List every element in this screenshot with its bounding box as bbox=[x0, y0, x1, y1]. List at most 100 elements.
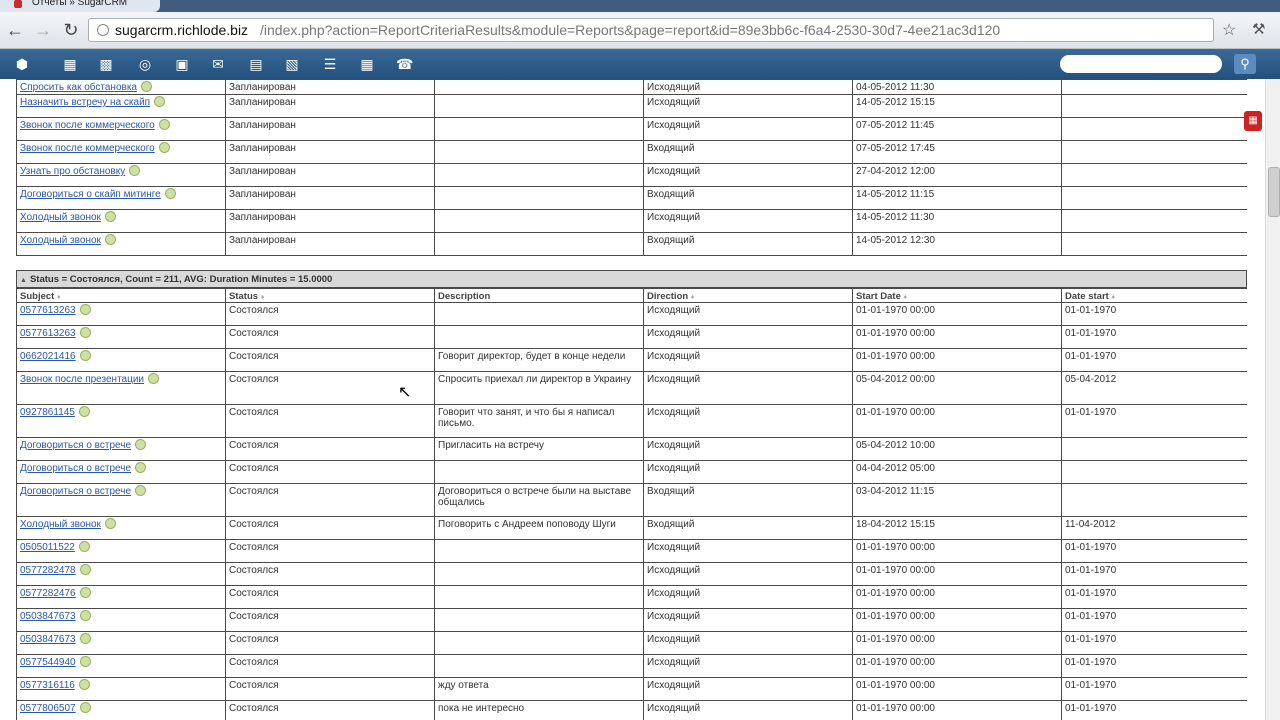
bookmark-star-icon[interactable]: ☆ bbox=[1222, 20, 1236, 40]
edit-pencil-icon[interactable] bbox=[164, 188, 176, 199]
edit-pencil-icon[interactable] bbox=[78, 406, 90, 417]
subject-link[interactable]: Холодный звонок bbox=[20, 235, 101, 246]
scrollbar-thumb[interactable] bbox=[1268, 167, 1280, 217]
search-icon[interactable]: ⚲ bbox=[1234, 54, 1256, 74]
browser-tab[interactable]: Отчеты » SugarCRM bbox=[0, 0, 160, 12]
edit-pencil-icon[interactable] bbox=[158, 119, 170, 130]
vertical-scrollbar[interactable] bbox=[1265, 79, 1280, 720]
direction-cell: Исходящий bbox=[643, 437, 853, 461]
subject-link[interactable]: Договориться о скайп митинге bbox=[20, 189, 161, 200]
document-icon[interactable]: ▤ bbox=[248, 56, 264, 72]
subject-cell: Назначить встречу на скайп bbox=[16, 94, 226, 118]
notes-icon[interactable]: ☰ bbox=[322, 56, 338, 72]
cube-icon[interactable]: ⬢ bbox=[14, 56, 30, 72]
subject-link[interactable]: Спросить как обстановка bbox=[20, 82, 137, 93]
subject-link[interactable]: 0577316116 bbox=[20, 680, 75, 691]
edit-pencil-icon[interactable] bbox=[79, 656, 91, 667]
group-header-held[interactable]: ▲ Status = Состоялся, Count = 211, AVG: D… bbox=[16, 270, 1247, 288]
sort-icon: ♦ bbox=[690, 294, 695, 301]
subject-cell: 0577282478 bbox=[16, 562, 226, 586]
subject-cell: 0577282476 bbox=[16, 585, 226, 609]
date-start-cell: 01-01-1970 bbox=[1061, 608, 1247, 632]
direction-cell: Исходящий bbox=[643, 562, 853, 586]
edit-pencil-icon[interactable] bbox=[135, 485, 147, 496]
subject-link[interactable]: 0577544940 bbox=[20, 657, 76, 668]
briefcase-icon[interactable]: ▣ bbox=[174, 56, 190, 72]
col-date-start[interactable]: Date start ♦ bbox=[1061, 288, 1247, 303]
edit-pencil-icon[interactable] bbox=[148, 373, 159, 384]
collapse-triangle-icon[interactable]: ▲ bbox=[20, 277, 27, 284]
edit-pencil-icon[interactable] bbox=[135, 439, 147, 450]
address-bar[interactable]: sugarcrm.richlode.biz /index.php?action=… bbox=[88, 18, 1214, 42]
subject-link[interactable]: 0505011522 bbox=[20, 542, 75, 553]
edit-pencil-icon[interactable] bbox=[79, 587, 91, 598]
subject-link[interactable]: Звонок после коммерческого bbox=[20, 143, 155, 154]
subject-link[interactable]: Звонок после презентации bbox=[20, 374, 144, 385]
edit-pencil-icon[interactable] bbox=[78, 679, 90, 690]
edit-pencil-icon[interactable] bbox=[104, 234, 116, 245]
direction-cell: Исходящий bbox=[643, 117, 853, 141]
subject-link[interactable]: Холодный звонок bbox=[20, 212, 101, 223]
edit-pencil-icon[interactable] bbox=[79, 702, 91, 713]
description-cell bbox=[434, 79, 644, 95]
back-arrow-icon[interactable]: ← bbox=[4, 19, 26, 41]
col-status[interactable]: Status ♦ bbox=[225, 288, 435, 303]
building-icon[interactable]: ▦ bbox=[62, 56, 78, 72]
date-start-cell: 01-01-1970 bbox=[1061, 677, 1247, 701]
subject-link[interactable]: 0577806507 bbox=[20, 703, 76, 714]
start-date-cell: 14-05-2012 11:30 bbox=[852, 209, 1062, 233]
edit-pencil-icon[interactable] bbox=[79, 633, 91, 644]
sort-icon: ♦ bbox=[56, 294, 61, 301]
subject-link[interactable]: 0503847673 bbox=[20, 611, 76, 622]
target-icon[interactable]: ◎ bbox=[137, 56, 153, 72]
col-start-date[interactable]: Start Date ♦ bbox=[852, 288, 1062, 303]
edit-pencil-icon[interactable] bbox=[79, 327, 91, 338]
edit-pencil-icon[interactable] bbox=[79, 304, 91, 315]
edit-pencil-icon[interactable] bbox=[79, 564, 91, 575]
edit-pencil-icon[interactable] bbox=[79, 610, 91, 621]
edit-pencil-icon[interactable] bbox=[154, 96, 166, 107]
subject-link[interactable]: Звонок после коммерческого bbox=[20, 120, 155, 131]
book-icon[interactable]: ▧ bbox=[284, 56, 300, 72]
contact-card-icon[interactable]: ▩ bbox=[98, 56, 114, 72]
edit-pencil-icon[interactable] bbox=[78, 541, 90, 552]
subject-link[interactable]: Назначить встречу на скайп bbox=[20, 97, 150, 108]
reload-icon[interactable]: ↻ bbox=[60, 19, 82, 41]
side-panel-icon[interactable]: ▦ bbox=[1244, 111, 1262, 131]
date-start-cell: 01-01-1970 bbox=[1061, 654, 1247, 678]
edit-pencil-icon[interactable] bbox=[129, 165, 141, 176]
edit-pencil-icon[interactable] bbox=[104, 211, 116, 222]
col-subject[interactable]: Subject ♦ bbox=[16, 288, 226, 303]
subject-link[interactable]: Договориться о встрече bbox=[20, 463, 131, 474]
subject-link[interactable]: 0503847673 bbox=[20, 634, 76, 645]
mail-icon[interactable]: ✉ bbox=[210, 56, 226, 72]
subject-link[interactable]: Договориться о встрече bbox=[20, 440, 131, 451]
subject-link[interactable]: 0577613263 bbox=[20, 305, 76, 316]
subject-link[interactable]: Договориться о встрече bbox=[20, 486, 131, 497]
subject-link[interactable]: 0577282476 bbox=[20, 588, 76, 599]
edit-pencil-icon[interactable] bbox=[158, 142, 170, 153]
date-start-cell bbox=[1061, 460, 1247, 484]
edit-pencil-icon[interactable] bbox=[79, 350, 91, 361]
edit-pencil-icon[interactable] bbox=[140, 81, 152, 92]
wrench-menu-icon[interactable]: ⚒ bbox=[1252, 20, 1265, 38]
forward-arrow-icon[interactable]: → bbox=[32, 19, 54, 41]
edit-pencil-icon[interactable] bbox=[104, 518, 116, 529]
edit-pencil-icon[interactable] bbox=[135, 462, 147, 473]
table-row: Звонок после коммерческого Запланирован Вх… bbox=[16, 140, 1247, 164]
subject-link[interactable]: 0927861145 bbox=[20, 407, 75, 418]
subject-link[interactable]: Холодный звонок bbox=[20, 519, 101, 530]
col-direction[interactable]: Direction ♦ bbox=[643, 288, 853, 303]
direction-cell: Входящий bbox=[643, 516, 853, 540]
direction-cell: Исходящий bbox=[643, 585, 853, 609]
global-search-input[interactable] bbox=[1060, 55, 1222, 73]
calendar-icon[interactable]: ▦ bbox=[359, 56, 375, 72]
subject-link[interactable]: 0577613263 bbox=[20, 328, 76, 339]
tab-title: Отчеты » SugarCRM bbox=[32, 0, 128, 8]
subject-link[interactable]: Узнать про обстановку bbox=[20, 166, 125, 177]
url-path: /index.php?action=ReportCriteriaResults&… bbox=[260, 22, 1001, 38]
subject-link[interactable]: 0662021416 bbox=[20, 351, 76, 362]
table-row: Договориться о встрече Состоялся Пригласит… bbox=[16, 437, 1247, 461]
phone-icon[interactable]: ☎ bbox=[396, 56, 413, 72]
subject-link[interactable]: 0577282478 bbox=[20, 565, 76, 576]
